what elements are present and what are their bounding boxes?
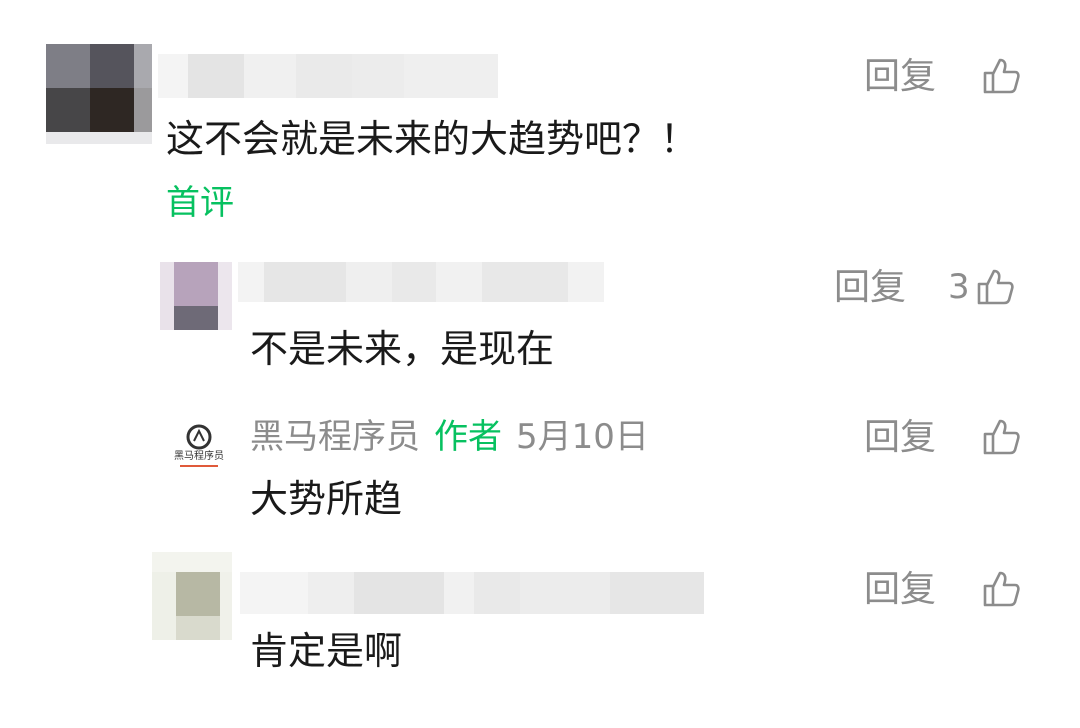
reply-button[interactable]: 回复: [834, 270, 906, 306]
avatar[interactable]: [160, 262, 232, 330]
author-logo-underline: [180, 465, 218, 467]
author-meta: 黑马程序员 作者 5月10日: [250, 420, 649, 454]
reply-button[interactable]: 回复: [864, 420, 936, 456]
thumbs-up-icon: [983, 419, 1020, 455]
username-blurred[interactable]: [158, 54, 498, 98]
author-name[interactable]: 黑马程序员: [250, 420, 420, 454]
heima-logo-icon: [186, 424, 212, 450]
avatar[interactable]: [46, 44, 152, 144]
like-button[interactable]: 3: [948, 267, 1016, 307]
like-button[interactable]: [982, 417, 1022, 457]
username-blurred[interactable]: [238, 262, 604, 302]
avatar[interactable]: [152, 552, 232, 640]
reply-button[interactable]: 回复: [864, 59, 936, 95]
thumbs-up-icon: [983, 58, 1020, 94]
comment-text: 这不会就是未来的大趋势吧？！: [166, 117, 699, 161]
like-button[interactable]: [982, 56, 1022, 96]
like-button[interactable]: [982, 569, 1022, 609]
author-avatar[interactable]: 黑马程序员: [168, 420, 230, 474]
reply-button[interactable]: 回复: [864, 572, 936, 608]
comment-text: 大势所趋: [250, 477, 403, 521]
username-blurred[interactable]: [240, 572, 704, 614]
like-count: 3: [948, 267, 970, 307]
author-tag: 作者: [434, 417, 502, 457]
thumbs-up-icon: [983, 571, 1020, 607]
comment-text: 肯定是啊: [250, 629, 403, 673]
comment-text: 不是未来，是现在: [250, 327, 555, 371]
author-logo-text: 黑马程序员: [174, 451, 224, 462]
thumbs-up-icon: [977, 269, 1014, 305]
comment-date: 5月10日: [516, 417, 649, 457]
first-comment-badge: 首评: [166, 183, 234, 223]
